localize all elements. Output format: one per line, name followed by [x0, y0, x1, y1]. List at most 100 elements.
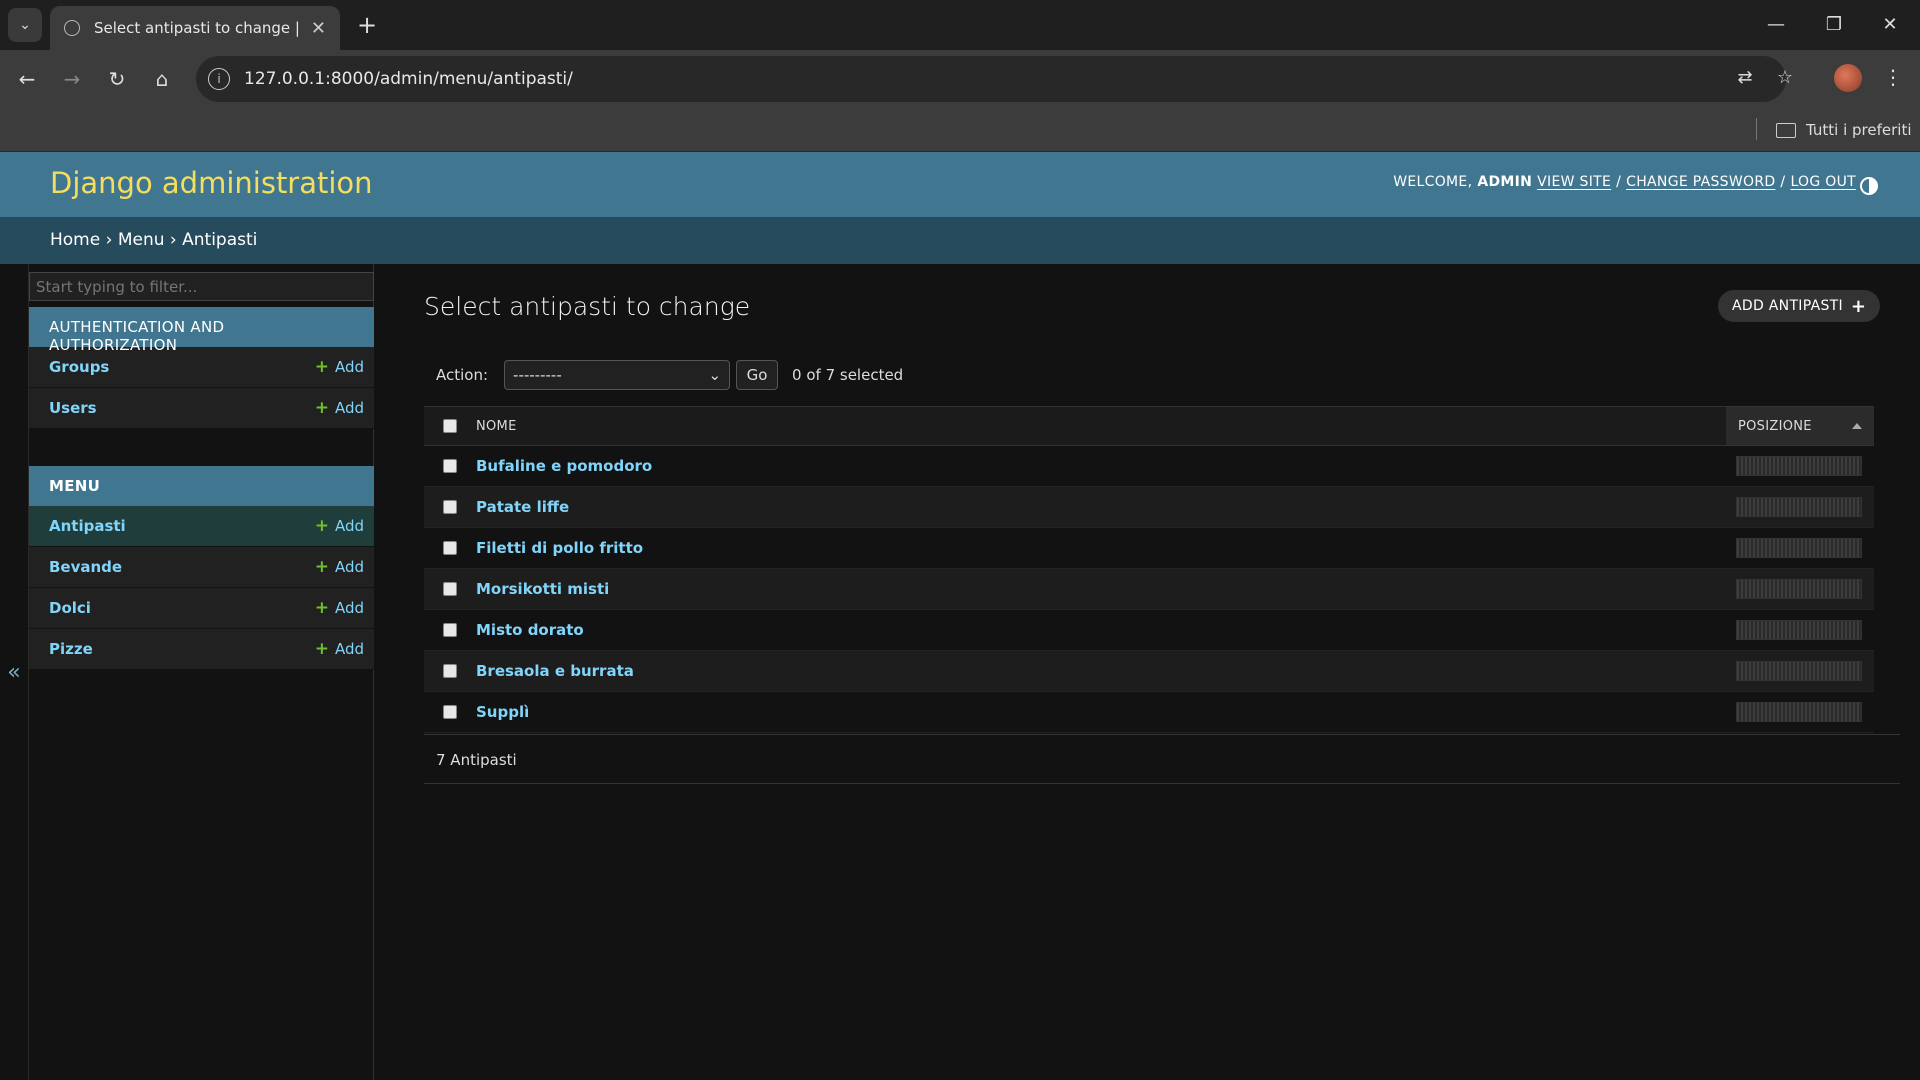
tab-search-button[interactable]: ⌄ — [8, 8, 42, 42]
table-row: Filetti di pollo fritto — [424, 528, 1874, 569]
minimize-icon[interactable]: — — [1756, 8, 1796, 40]
row-checkbox[interactable] — [443, 705, 457, 719]
separator: / — [1616, 174, 1622, 190]
table-row: Misto dorato — [424, 610, 1874, 651]
new-tab-button[interactable]: + — [352, 10, 382, 40]
forward-icon[interactable]: → — [55, 62, 89, 96]
module-caption-menu[interactable]: MENU — [29, 466, 374, 506]
add-antipasti-link[interactable]: + Add — [315, 516, 364, 536]
row-checkbox[interactable] — [443, 623, 457, 637]
drag-handle[interactable] — [1736, 538, 1862, 558]
row-name-cell: Patate liffe — [476, 498, 1726, 516]
home-icon[interactable]: ⌂ — [145, 62, 179, 96]
view-site-link[interactable]: VIEW SITE — [1537, 174, 1611, 190]
reload-icon[interactable]: ↻ — [100, 62, 134, 96]
drag-handle[interactable] — [1736, 456, 1862, 476]
address-bar[interactable]: i 127.0.0.1:8000/admin/menu/antipasti/ — [196, 56, 1786, 102]
row-link[interactable]: Supplì — [476, 703, 529, 721]
back-icon[interactable]: ← — [10, 62, 44, 96]
chevron-down-icon: ⌄ — [708, 366, 722, 384]
sidebar-link-bevande[interactable]: Bevande — [49, 558, 122, 576]
add-label: Add — [334, 358, 364, 376]
row-checkbox[interactable] — [443, 664, 457, 678]
profile-avatar[interactable] — [1834, 64, 1862, 92]
plus-icon: + — [1850, 295, 1867, 317]
url-text: 127.0.0.1:8000/admin/menu/antipasti/ — [244, 69, 573, 89]
row-select-cell — [424, 541, 476, 555]
breadcrumb-home[interactable]: Home — [50, 230, 100, 250]
row-checkbox[interactable] — [443, 500, 457, 514]
row-link[interactable]: Bresaola e burrata — [476, 662, 634, 680]
window-close-icon[interactable]: ✕ — [1870, 8, 1910, 40]
add-label: Add — [334, 517, 364, 535]
nav-filter-input[interactable] — [29, 272, 374, 301]
sort-ascending-icon[interactable] — [1852, 423, 1862, 429]
main-content: Select antipasti to change ADD ANTIPASTI… — [374, 264, 1920, 1080]
sidebar-link-dolci[interactable]: Dolci — [49, 599, 91, 617]
welcome-text: WELCOME, — [1393, 174, 1473, 190]
browser-toolbar: ← → ↻ ⌂ i 127.0.0.1:8000/admin/menu/anti… — [0, 50, 1920, 108]
drag-handle[interactable] — [1736, 579, 1862, 599]
log-out-link[interactable]: LOG OUT — [1790, 174, 1856, 190]
add-antipasti-button[interactable]: ADD ANTIPASTI + — [1718, 290, 1881, 322]
row-link[interactable]: Filetti di pollo fritto — [476, 539, 643, 557]
add-label: Add — [334, 399, 364, 417]
site-info-icon[interactable]: i — [208, 68, 230, 90]
sidebar-link-groups[interactable]: Groups — [49, 358, 109, 376]
site-name[interactable]: Django administration — [50, 166, 373, 200]
table-row: Patate liffe — [424, 487, 1874, 528]
add-groups-link[interactable]: + Add — [315, 357, 364, 377]
row-link[interactable]: Bufaline e pomodoro — [476, 457, 652, 475]
toggle-sidebar-button[interactable]: « — [0, 264, 29, 1080]
module-caption-auth[interactable]: AUTHENTICATION AND AUTHORIZATION — [29, 307, 374, 354]
row-select-cell — [424, 582, 476, 596]
drag-handle[interactable] — [1736, 661, 1862, 681]
change-password-link[interactable]: CHANGE PASSWORD — [1626, 174, 1775, 190]
bookmark-star-icon[interactable]: ☆ — [1770, 62, 1800, 92]
select-all-checkbox[interactable] — [443, 419, 457, 433]
admin-header: Django administration WELCOME, ADMIN VIE… — [0, 152, 1920, 217]
row-link[interactable]: Morsikotti misti — [476, 580, 609, 598]
breadcrumb-menu[interactable]: Menu — [118, 230, 165, 250]
row-name-cell: Bufaline e pomodoro — [476, 457, 1726, 475]
sidebar-link-pizze[interactable]: Pizze — [49, 640, 93, 658]
add-users-link[interactable]: + Add — [315, 398, 364, 418]
drag-handle[interactable] — [1736, 497, 1862, 517]
add-bevande-link[interactable]: + Add — [315, 557, 364, 577]
translate-icon[interactable]: ⇄ — [1730, 62, 1760, 92]
action-select[interactable]: --------- ⌄ — [504, 360, 731, 390]
row-link[interactable]: Patate liffe — [476, 498, 569, 516]
close-icon[interactable]: ✕ — [311, 18, 326, 39]
theme-toggle-icon[interactable] — [1860, 177, 1878, 195]
all-bookmarks-label: Tutti i preferiti — [1806, 121, 1912, 139]
row-checkbox[interactable] — [443, 541, 457, 555]
column-header-posizione[interactable]: POSIZIONE — [1726, 407, 1874, 445]
go-button[interactable]: Go — [736, 360, 779, 390]
column-header-nome[interactable]: NOME — [476, 419, 1726, 434]
table-row: Supplì — [424, 692, 1874, 733]
bookmarks-bar: Tutti i preferiti — [0, 108, 1920, 152]
add-dolci-link[interactable]: + Add — [315, 598, 364, 618]
add-pizze-link[interactable]: + Add — [315, 639, 364, 659]
row-select-cell — [424, 623, 476, 637]
table-row: Bresaola e burrata — [424, 651, 1874, 692]
all-bookmarks-button[interactable]: Tutti i preferiti — [1776, 116, 1912, 144]
sidebar-link-users[interactable]: Users — [49, 399, 97, 417]
tab-title: Select antipasti to change | Django site… — [94, 19, 303, 37]
module-menu: MENU Antipasti + Add Bevande + Add Dolci +… — [29, 466, 374, 670]
browser-tab-active[interactable]: Select antipasti to change | Django site… — [50, 6, 340, 50]
table-row: Bufaline e pomodoro — [424, 446, 1874, 487]
drag-handle[interactable] — [1736, 702, 1862, 722]
row-link[interactable]: Misto dorato — [476, 621, 584, 639]
row-select-cell — [424, 705, 476, 719]
browser-menu-icon[interactable]: ⋮ — [1878, 62, 1908, 92]
row-checkbox[interactable] — [443, 582, 457, 596]
restore-icon[interactable]: ❐ — [1814, 8, 1854, 40]
drag-handle[interactable] — [1736, 620, 1862, 640]
row-select-cell — [424, 459, 476, 473]
row-checkbox[interactable] — [443, 459, 457, 473]
sidebar-link-antipasti[interactable]: Antipasti — [49, 517, 126, 535]
result-list: NOME POSIZIONE Bufaline e pomodoro Patat… — [424, 406, 1874, 733]
row-position-cell — [1726, 661, 1874, 681]
sidebar-item-bevande: Bevande + Add — [29, 547, 374, 588]
